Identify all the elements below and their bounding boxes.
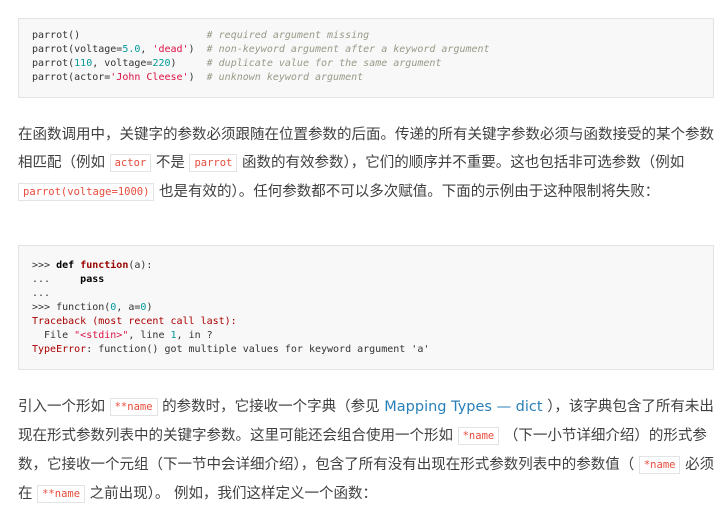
code-token-str: 'dead' — [152, 44, 189, 55]
code-line: >>> function(0, a=0) — [32, 302, 152, 313]
code-token-num: 5.0 — [122, 44, 141, 55]
code-listing: parrot() # required argument missing par… — [32, 29, 490, 85]
code-token-com: # unknown keyword argument — [206, 72, 364, 83]
code-token-str: "<stdin>" — [74, 330, 129, 341]
code-token-err: Traceback (most recent call last): — [32, 316, 237, 327]
code-line: parrot() # required argument missing — [32, 30, 369, 41]
link-mapping-types-dict[interactable]: Mapping Types — dict — [384, 399, 542, 415]
code-token-prompt: >>> — [32, 302, 57, 313]
code-token-num: 220 — [152, 58, 171, 69]
code-line: TypeError: function() got multiple value… — [32, 344, 429, 355]
inline-code-parrot-voltage: parrot(voltage=1000) — [18, 183, 155, 201]
code-line: parrot(voltage=5.0, 'dead') # non-keywor… — [32, 44, 490, 55]
code-token-fn: ) — [170, 58, 207, 69]
code-token-fn: ) — [188, 44, 207, 55]
code-listing: >>> def function(a): ... pass ... >>> fu… — [32, 259, 429, 357]
code-block-traceback: >>> def function(a): ... pass ... >>> fu… — [18, 245, 714, 370]
code-line: parrot(110, voltage=220) # duplicate val… — [32, 58, 441, 69]
inline-code-parrot: parrot — [189, 154, 238, 172]
code-token-fn: parrot( — [32, 58, 75, 69]
code-token-kw: pass — [80, 274, 105, 285]
code-line: ... — [32, 288, 50, 299]
inline-code-star-name: *name — [638, 456, 681, 474]
inline-code-star-name: *name — [457, 427, 500, 445]
code-token-fn: : function() got multiple values for key… — [86, 344, 430, 355]
code-token-fn: , in ? — [176, 330, 213, 341]
paragraph-text: 引入一个形如 — [18, 399, 105, 415]
code-line: File "<stdin>", line 1, in ? — [32, 330, 213, 341]
code-token-fn: , line — [128, 330, 171, 341]
code-token-fn: , voltage= — [92, 58, 153, 69]
inline-code-double-star-name: **name — [109, 398, 158, 416]
code-block-errors: parrot() # required argument missing par… — [18, 18, 714, 98]
code-token-fn: parrot() — [32, 30, 81, 41]
code-token-fn: ) — [188, 72, 207, 83]
paragraph-keyword-args: 在函数调用中，关键字的参数必须跟随在位置参数的后面。传递的所有关键字参数必须与函… — [18, 121, 718, 207]
code-token-sp — [80, 30, 206, 41]
code-token-fn: parrot(voltage= — [32, 44, 123, 55]
code-token-num: 110 — [74, 58, 93, 69]
code-token-com: # required argument missing — [206, 30, 370, 41]
code-token-prompt: ... — [32, 274, 81, 285]
code-token-str: 'John Cleese' — [110, 72, 189, 83]
paragraph-text: 的参数时，它接收一个字典（参见 — [162, 399, 380, 415]
code-token-prompt: >>> — [32, 260, 57, 271]
code-line: Traceback (most recent call last): — [32, 316, 237, 327]
code-token-com: # non-keyword argument after a keyword a… — [206, 44, 490, 55]
inline-code-actor: actor — [109, 154, 152, 172]
code-token-fn: File — [32, 330, 75, 341]
paragraph-text: 之前出现）。 例如，我们这样定义一个函数： — [89, 486, 378, 502]
code-token-fn: , — [140, 44, 153, 55]
code-token-fn: , a= — [116, 302, 141, 313]
paragraph-text: 函数的有效参数），它们的顺序并不重要。这也包括非可选参数（例如 — [241, 155, 685, 171]
code-token-fn: parrot(actor= — [32, 72, 111, 83]
code-token-fn: (a): — [128, 260, 153, 271]
code-token-err: TypeError — [32, 344, 87, 355]
code-line: ... pass — [32, 274, 104, 285]
code-token-fn: function( — [56, 302, 111, 313]
code-token-fn: ) — [146, 302, 153, 313]
code-token-fname: function — [80, 260, 129, 271]
inline-code-double-star-name: **name — [37, 485, 86, 503]
code-line: parrot(actor='John Cleese') # unknown ke… — [32, 72, 363, 83]
code-token-com: # duplicate value for the same argument — [206, 58, 442, 69]
code-line: >>> def function(a): — [32, 260, 152, 271]
paragraph-text: 也是有效的）。任何参数都不可以多次赋值。下面的示例由于这种限制将失败： — [159, 184, 660, 200]
paragraph-kwargs: 引入一个形如 **name 的参数时，它接收一个字典（参见 Mapping Ty… — [18, 393, 718, 509]
code-token-kw: def — [56, 260, 75, 271]
code-token-prompt: ... — [32, 288, 51, 299]
paragraph-text: 不是 — [155, 155, 185, 171]
